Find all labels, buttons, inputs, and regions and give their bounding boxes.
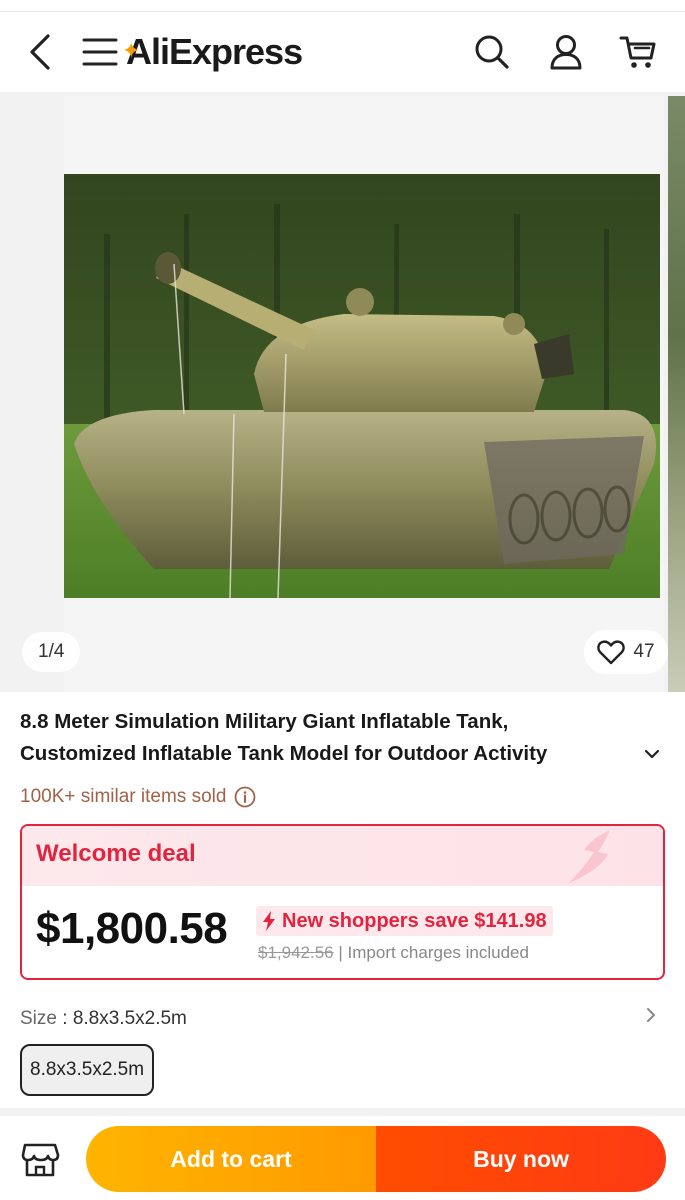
save-text: New shoppers save $141.98 bbox=[282, 909, 547, 932]
size-label: Size bbox=[20, 1008, 57, 1029]
cart-button[interactable] bbox=[616, 32, 660, 72]
wishlist-button[interactable]: 47 bbox=[584, 630, 668, 674]
wishlist-count: 47 bbox=[633, 641, 655, 662]
new-shopper-savings: New shoppers save $141.98 bbox=[256, 906, 553, 936]
current-price: $1,800.58 bbox=[36, 904, 228, 953]
image-counter: 1/4 bbox=[22, 632, 81, 672]
deal-header: Welcome deal bbox=[22, 826, 663, 886]
size-expand-button[interactable] bbox=[642, 1004, 660, 1026]
chevron-right-icon bbox=[647, 1008, 655, 1022]
size-separator: : bbox=[56, 1008, 73, 1029]
search-icon bbox=[475, 35, 509, 69]
logo-star-icon: ✦ bbox=[122, 38, 140, 63]
purchase-buttons: Add to cart Buy now bbox=[86, 1126, 666, 1192]
search-button[interactable] bbox=[472, 32, 512, 72]
status-strip bbox=[0, 0, 685, 12]
welcome-deal-box: Welcome deal $1,800.58 New shoppers save… bbox=[20, 824, 665, 980]
size-selected-value: 8.8x3.5x2.5m bbox=[72, 1008, 187, 1029]
original-price: $1,942.56 bbox=[258, 943, 334, 962]
back-button[interactable] bbox=[22, 30, 58, 74]
logo-text: AliExpress bbox=[126, 31, 303, 72]
product-title-line-1: 8.8 Meter Simulation Military Giant Infl… bbox=[20, 710, 509, 733]
store-button[interactable] bbox=[20, 1142, 60, 1178]
sold-text: 100K+ similar items sold bbox=[20, 786, 227, 807]
price-separator: | bbox=[338, 943, 343, 962]
section-divider bbox=[0, 1108, 685, 1116]
header: ✦ AliExpress bbox=[0, 12, 685, 92]
product-image bbox=[64, 174, 660, 598]
menu-icon bbox=[82, 38, 118, 66]
sold-count[interactable]: 100K+ similar items sold bbox=[20, 786, 256, 808]
add-to-cart-button[interactable]: Add to cart bbox=[86, 1126, 376, 1192]
next-image-peek[interactable] bbox=[668, 96, 685, 692]
menu-button[interactable] bbox=[80, 34, 120, 70]
back-icon bbox=[30, 34, 50, 70]
aliexpress-logo[interactable]: ✦ AliExpress bbox=[122, 31, 303, 72]
bottom-action-bar: Add to cart Buy now bbox=[0, 1116, 685, 1200]
account-icon bbox=[550, 35, 582, 70]
heart-icon bbox=[597, 640, 626, 665]
product-image-gallery[interactable] bbox=[64, 96, 664, 692]
info-icon bbox=[235, 786, 256, 808]
size-selector-row[interactable]: Size : 8.8x3.5x2.5m bbox=[20, 1008, 187, 1030]
lightning-icon bbox=[263, 911, 275, 931]
chevron-down-icon bbox=[644, 749, 660, 759]
account-button[interactable] bbox=[546, 32, 586, 72]
lightning-decoration-icon bbox=[568, 830, 610, 884]
buy-now-button[interactable]: Buy now bbox=[376, 1126, 666, 1192]
product-title-line-2: Customized Inflatable Tank Model for Out… bbox=[20, 742, 548, 765]
deal-label: Welcome deal bbox=[36, 840, 196, 867]
title-expand-button[interactable] bbox=[640, 742, 664, 766]
import-charges-text: Import charges included bbox=[347, 943, 529, 962]
size-option[interactable]: 8.8x3.5x2.5m bbox=[20, 1044, 155, 1096]
product-title: 8.8 Meter Simulation Military Giant Infl… bbox=[20, 706, 620, 770]
store-icon bbox=[21, 1143, 60, 1177]
cart-icon bbox=[619, 36, 656, 68]
price-details: $1,942.56 | Import charges included bbox=[258, 943, 529, 963]
